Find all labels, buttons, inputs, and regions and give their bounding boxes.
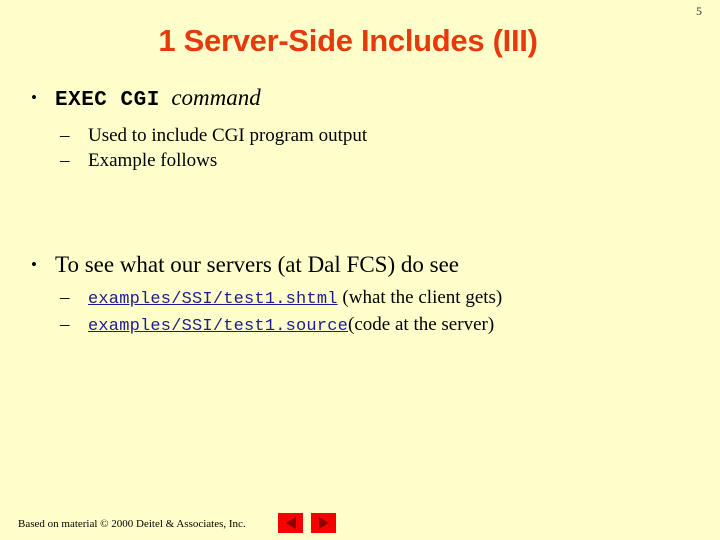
dash-marker-icon: –	[60, 314, 70, 335]
bullet-marker-icon: •	[31, 88, 37, 107]
list-item: – examples/SSI/test1.shtml (what the cli…	[0, 285, 720, 312]
list-item-label: Used to include CGI program output	[88, 125, 368, 146]
link-test1-shtml-note: (what the client gets)	[342, 287, 503, 308]
slide-footer: Based on material © 2000 Deitel & Associ…	[0, 500, 720, 540]
footer-credit: Based on material © 2000 Deitel & Associ…	[18, 518, 246, 530]
exec-cgi-code: EXEC CGI	[55, 89, 160, 112]
bullet-exec-cgi-sublist: – Used to include CGI program output – E…	[0, 123, 720, 173]
list-item-label: Example follows	[88, 150, 218, 171]
exec-cgi-command-word: command	[171, 85, 261, 110]
navigation-buttons	[278, 513, 336, 533]
dash-marker-icon: –	[60, 150, 70, 171]
dash-marker-icon: –	[60, 125, 70, 146]
bullet-marker-icon: •	[31, 255, 37, 274]
slide-content: • EXEC CGI command – Used to include CGI…	[0, 82, 720, 339]
link-test1-shtml[interactable]: examples/SSI/test1.shtml	[88, 290, 338, 309]
page-title: 1 Server-Side Includes (III)	[158, 23, 538, 58]
triangle-right-icon	[318, 517, 329, 529]
triangle-left-icon	[285, 517, 296, 529]
slide: 5 1 Server-Side Includes (III) • EXEC CG…	[0, 0, 720, 540]
list-item: – Used to include CGI program output	[0, 123, 720, 148]
bullet-see-servers-sublist: – examples/SSI/test1.shtml (what the cli…	[0, 285, 720, 339]
list-item: – Example follows	[0, 148, 720, 173]
bullet-see-servers: • To see what our servers (at Dal FCS) d…	[0, 249, 720, 281]
dash-marker-icon: –	[60, 287, 70, 308]
link-test1-source-note: (code at the server)	[348, 314, 495, 335]
list-item: – examples/SSI/test1.source(code at the …	[0, 312, 720, 339]
page-number: 5	[696, 4, 702, 18]
next-slide-button[interactable]	[311, 513, 336, 533]
bullet-see-servers-label: To see what our servers (at Dal FCS) do …	[55, 252, 459, 277]
link-test1-source[interactable]: examples/SSI/test1.source	[88, 317, 348, 336]
bullet-exec-cgi: • EXEC CGI command	[0, 82, 720, 117]
previous-slide-button[interactable]	[278, 513, 303, 533]
